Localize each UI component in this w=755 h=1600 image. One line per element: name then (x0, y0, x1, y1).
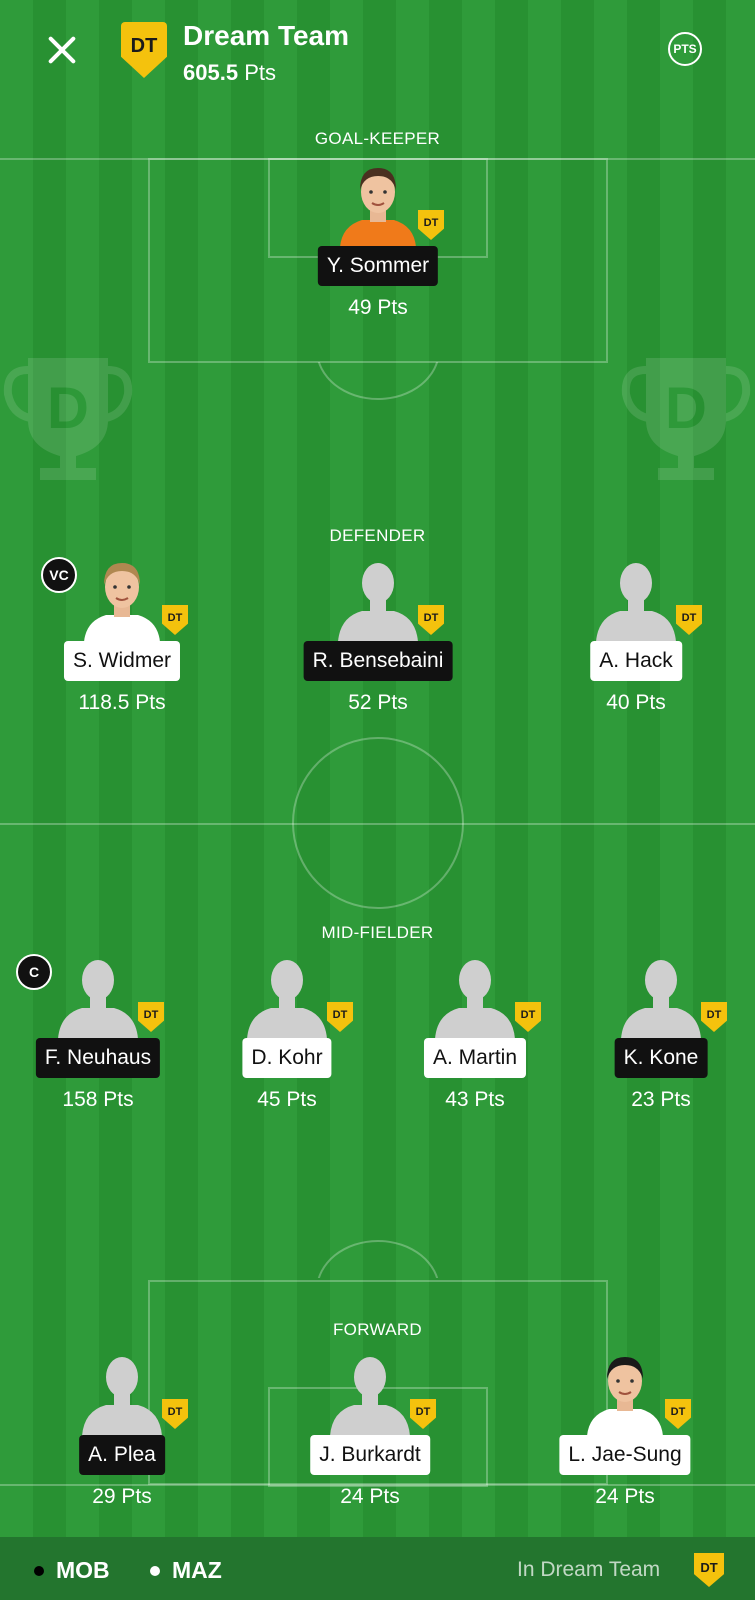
section-midfielder: MID-FIELDER (321, 923, 434, 942)
dream-team-badge-icon: DT (327, 1002, 353, 1032)
total-points: 605.5 Pts (183, 60, 276, 86)
player-name: Y. Sommer (317, 246, 439, 286)
player-name: F. Neuhaus (35, 1038, 161, 1078)
player-card[interactable]: DT L. Jae-Sung 24 Pts (545, 1351, 705, 1526)
vice-captain-badge: VC (41, 557, 77, 593)
dream-team-badge-icon: DT (138, 1002, 164, 1032)
team2-dot (150, 1565, 160, 1576)
player-silhouette-icon (596, 557, 676, 642)
footer-legend: MOB MAZ In Dream Team DT (0, 1537, 755, 1600)
player-card[interactable]: DT A. Hack 40 Pts (556, 557, 716, 732)
player-card[interactable]: DT R. Bensebaini 52 Pts (298, 557, 458, 732)
page-title: Dream Team (183, 20, 350, 51)
dream-team-badge-icon: DT (515, 1002, 541, 1032)
total-points-unit: Pts (244, 60, 276, 85)
header: DT Dream Team 605.5 Pts PTS (0, 0, 755, 100)
player-silhouette-icon (58, 954, 138, 1039)
dream-team-badge-icon: DT (418, 605, 444, 635)
legend-team2: MAZ (150, 1557, 222, 1584)
total-points-value: 605.5 (183, 60, 239, 85)
svg-text:D: D (665, 376, 707, 441)
player-points: 52 Pts (348, 691, 408, 714)
section-forward: FORWARD (333, 1320, 422, 1339)
dream-team-badge-icon: DT (162, 1399, 188, 1429)
pitch: D D DT Dream Team 605.5 Pts PTS GOAL-KEE… (0, 0, 755, 1600)
points-toggle-button[interactable]: PTS (668, 32, 702, 66)
section-goalkeeper: GOAL-KEEPER (314, 129, 441, 148)
player-silhouette-icon (247, 954, 327, 1039)
dream-team-badge-icon: DT (676, 605, 702, 635)
player-points: 23 Pts (631, 1088, 691, 1111)
dream-team-badge-icon: DT (701, 1002, 727, 1032)
dream-team-badge-icon: DT (162, 605, 188, 635)
legend-team1: MOB (34, 1557, 110, 1584)
dream-team-badge-icon: DT (410, 1399, 436, 1429)
player-points: 118.5 Pts (78, 691, 166, 714)
player-name: A. Hack (590, 641, 682, 681)
player-name: R. Bensebaini (303, 641, 453, 681)
player-points: 29 Pts (92, 1485, 152, 1508)
player-card[interactable]: DT Y. Sommer 49 Pts (298, 162, 458, 337)
trophy-watermark-icon: D (621, 358, 751, 480)
player-silhouette-icon (82, 1351, 162, 1436)
player-card[interactable]: DT D. Kohr 45 Pts (207, 954, 367, 1129)
player-points: 40 Pts (606, 691, 666, 714)
player-name: K. Kone (614, 1038, 708, 1078)
player-card[interactable]: DT A. Martin 43 Pts (395, 954, 555, 1129)
player-silhouette-icon (621, 954, 701, 1039)
dream-team-badge-icon: DT (121, 22, 167, 78)
legend-team1-label: MOB (56, 1557, 110, 1583)
player-points: 43 Pts (445, 1088, 505, 1111)
player-card[interactable]: DT A. Plea 29 Pts (42, 1351, 202, 1526)
player-points: 158 Pts (62, 1088, 134, 1111)
trophy-watermark-icon: D (3, 358, 133, 480)
center-circle (292, 737, 464, 909)
player-silhouette-icon (435, 954, 515, 1039)
player-card[interactable]: DT J. Burkardt 24 Pts (290, 1351, 450, 1526)
player-silhouette-icon (330, 1351, 410, 1436)
player-name: S. Widmer (63, 641, 181, 681)
player-name: A. Martin (423, 1038, 527, 1078)
player-points: 45 Pts (257, 1088, 317, 1111)
close-icon[interactable] (42, 30, 82, 70)
svg-text:D: D (47, 376, 89, 441)
player-points: 24 Pts (595, 1485, 655, 1508)
player-photo (338, 162, 418, 247)
legend-team2-label: MAZ (172, 1557, 222, 1583)
dream-team-badge-icon: DT (694, 1553, 724, 1587)
player-name: D. Kohr (242, 1038, 332, 1078)
player-points: 49 Pts (348, 296, 408, 319)
captain-badge: C (16, 954, 52, 990)
player-photo (82, 557, 162, 642)
player-card[interactable]: DT K. Kone 23 Pts (581, 954, 741, 1129)
dream-team-badge-icon: DT (418, 210, 444, 240)
player-name: L. Jae-Sung (559, 1435, 691, 1475)
in-dream-team-label: In Dream Team (517, 1558, 661, 1581)
player-name: J. Burkardt (310, 1435, 430, 1475)
dream-team-badge-icon: DT (665, 1399, 691, 1429)
section-defender: DEFENDER (329, 526, 426, 545)
player-silhouette-icon (338, 557, 418, 642)
player-name: A. Plea (79, 1435, 165, 1475)
player-photo (585, 1351, 665, 1436)
team1-dot (34, 1565, 44, 1576)
player-points: 24 Pts (340, 1485, 400, 1508)
